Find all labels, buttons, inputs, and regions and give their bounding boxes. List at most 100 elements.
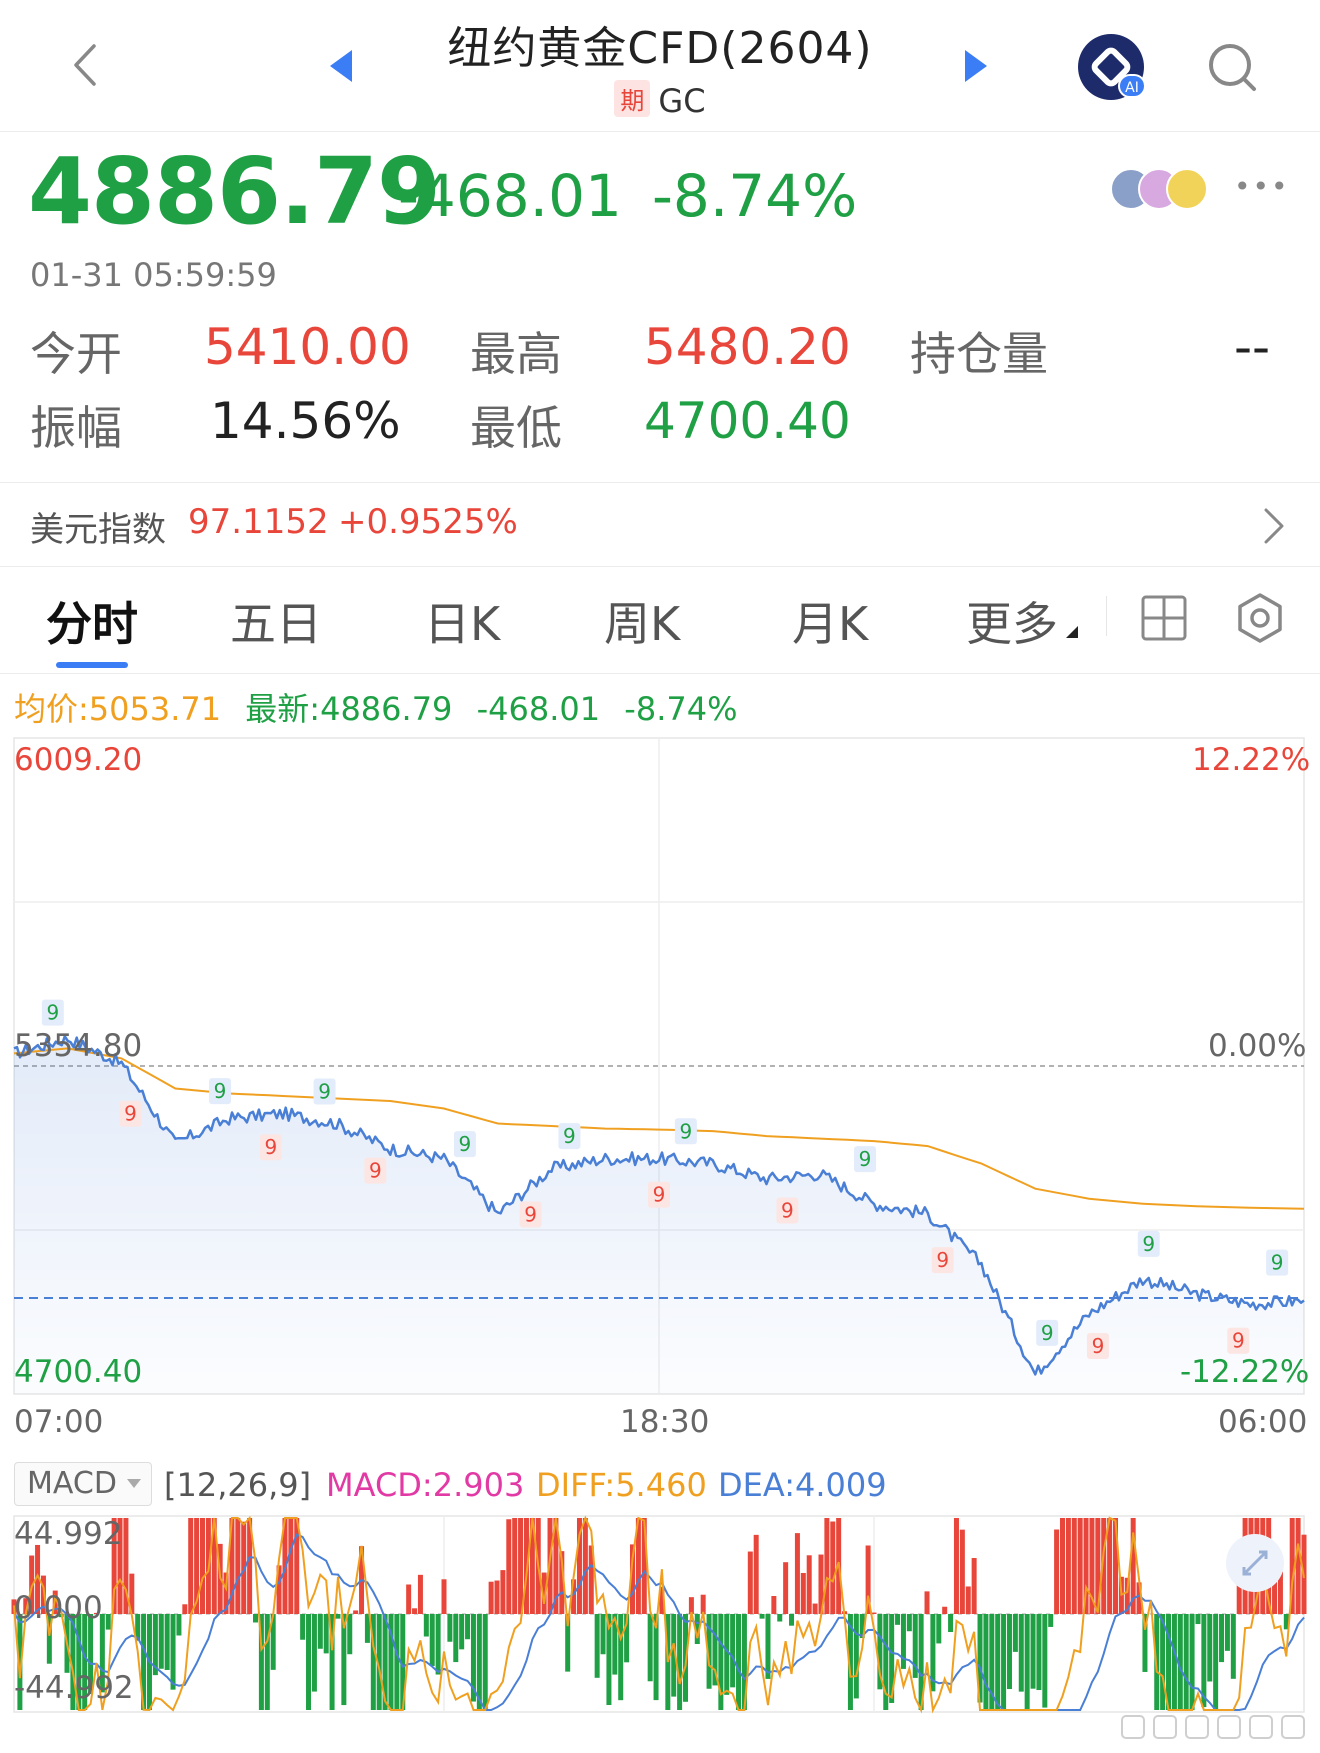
next-contract-arrow-icon[interactable] xyxy=(965,50,987,82)
amplitude-label: 振幅 xyxy=(30,401,122,455)
low-label: 最低 xyxy=(470,401,562,455)
macd-bar xyxy=(965,1586,971,1614)
macd-bar xyxy=(600,1614,606,1655)
contract-code: 期 GC xyxy=(380,80,940,120)
macd-bar xyxy=(724,1614,730,1695)
macd-bar xyxy=(465,1614,471,1640)
indicator-selector-label: MACD xyxy=(27,1466,117,1501)
td-marker-label: 9 xyxy=(124,1102,137,1126)
macd-bar xyxy=(736,1614,742,1710)
macd-bar xyxy=(688,1597,694,1614)
tab-five-day[interactable]: 五日 xyxy=(230,588,322,654)
indicator-selector[interactable]: MACD xyxy=(14,1462,152,1506)
macd-bar xyxy=(765,1614,771,1679)
macd-bar xyxy=(789,1614,795,1626)
td-marker-label: 9 xyxy=(1092,1334,1105,1358)
macd-bar xyxy=(812,1603,818,1614)
macd-bar xyxy=(423,1614,429,1637)
macd-bar xyxy=(995,1614,1001,1710)
macd-bar xyxy=(594,1614,600,1678)
td-marker-label: 9 xyxy=(563,1124,576,1148)
macd-bar xyxy=(1042,1614,1048,1708)
tab-monthly-k[interactable]: 月K xyxy=(792,588,868,654)
chart-legend: 均价:5053.71 最新:4886.79 -468.01 -8.74% xyxy=(14,684,751,730)
tab-intraday[interactable]: 分时 xyxy=(46,588,138,654)
macd-bar xyxy=(1001,1614,1007,1710)
macd-bar xyxy=(347,1614,353,1655)
more-options-icon[interactable]: ••• xyxy=(1234,170,1290,203)
community-avatars[interactable] xyxy=(1110,168,1220,212)
macd-legend: MACD [12,26,9] MACD:2.903 DIFF:5.460 DEA… xyxy=(14,1462,914,1508)
open-value: 5410.00 xyxy=(204,318,411,376)
change-legend: -468.01 xyxy=(476,690,601,728)
macd-bar xyxy=(718,1614,724,1710)
macd-bar xyxy=(1183,1614,1189,1710)
intraday-price-chart[interactable]: 9 9 9 9 9 9 9 9 9 9 9 9 9 9 9 9 9 9 9 xyxy=(0,730,1320,1410)
macd-bar xyxy=(1077,1518,1083,1614)
watermark-icon xyxy=(1121,1715,1305,1739)
macd-bar xyxy=(176,1614,182,1636)
macd-bar xyxy=(948,1614,954,1633)
ai-assistant-button[interactable]: AI xyxy=(1078,34,1146,100)
chevron-right-icon xyxy=(1264,508,1284,544)
td-marker-label: 9 xyxy=(46,1001,59,1025)
macd-bar xyxy=(936,1614,942,1644)
macd-bar xyxy=(353,1610,359,1614)
macd-bar xyxy=(394,1614,400,1710)
macd-bar xyxy=(506,1519,512,1614)
macd-axis-zero: 0.000 xyxy=(14,1590,103,1626)
macd-bar xyxy=(1219,1614,1225,1663)
tab-daily-k[interactable]: 日K xyxy=(424,588,500,654)
change-percent-legend: -8.74% xyxy=(624,690,738,728)
average-price-legend: 均价:5053.71 xyxy=(14,690,222,728)
tab-weekly-k[interactable]: 周K xyxy=(604,588,680,654)
usd-index-value: 97.1152 xyxy=(188,502,329,542)
macd-bar xyxy=(1036,1614,1042,1691)
macd-bar xyxy=(306,1614,312,1710)
divider xyxy=(1106,596,1107,636)
macd-bar xyxy=(518,1518,524,1614)
macd-bar xyxy=(199,1518,205,1614)
ai-label-icon: AI xyxy=(1118,74,1146,98)
td-marker-label: 9 xyxy=(318,1079,331,1103)
macd-bar xyxy=(1054,1529,1060,1614)
macd-bar xyxy=(482,1614,488,1710)
macd-value: MACD:2.903 xyxy=(326,1466,525,1504)
macd-bar xyxy=(730,1614,736,1688)
search-icon[interactable] xyxy=(1205,40,1261,96)
tab-more[interactable]: 更多 xyxy=(966,588,1058,654)
back-arrow-icon[interactable] xyxy=(62,40,112,90)
macd-bar xyxy=(900,1614,906,1669)
macd-bar xyxy=(323,1614,329,1654)
macd-bar xyxy=(441,1579,447,1614)
macd-bar xyxy=(188,1518,194,1614)
macd-bar xyxy=(317,1614,323,1649)
macd-bar xyxy=(677,1614,683,1710)
td-marker-label: 9 xyxy=(653,1183,666,1207)
settings-gear-icon[interactable] xyxy=(1234,592,1286,644)
td-marker-label: 9 xyxy=(936,1248,949,1272)
macd-bar xyxy=(1295,1518,1301,1614)
quote-timestamp: 01-31 05:59:59 xyxy=(30,256,277,294)
macd-bar xyxy=(853,1614,859,1699)
previous-contract-arrow-icon[interactable] xyxy=(330,50,352,82)
macd-bar xyxy=(983,1614,989,1710)
expand-chart-icon[interactable] xyxy=(1226,1534,1284,1592)
usd-index-row[interactable]: 美元指数 97.1152 +0.9525% xyxy=(0,482,1320,566)
x-axis-start: 07:00 xyxy=(14,1404,104,1440)
open-interest-value: -- xyxy=(1234,318,1271,376)
macd-chart[interactable] xyxy=(0,1508,1320,1718)
macd-bar xyxy=(447,1614,453,1642)
macd-bar xyxy=(459,1614,465,1650)
macd-bar xyxy=(311,1614,317,1692)
layout-grid-icon[interactable] xyxy=(1140,594,1188,642)
low-value: 4700.40 xyxy=(644,392,851,450)
td-marker-label: 9 xyxy=(1271,1251,1284,1275)
macd-bar xyxy=(1189,1614,1195,1710)
macd-params: [12,26,9] xyxy=(164,1466,312,1504)
avatar xyxy=(1166,168,1208,210)
macd-bar xyxy=(783,1562,789,1614)
macd-bar xyxy=(1230,1614,1236,1679)
macd-bar xyxy=(618,1614,624,1701)
page-title: 纽约黄金CFD(2604) xyxy=(447,23,873,74)
